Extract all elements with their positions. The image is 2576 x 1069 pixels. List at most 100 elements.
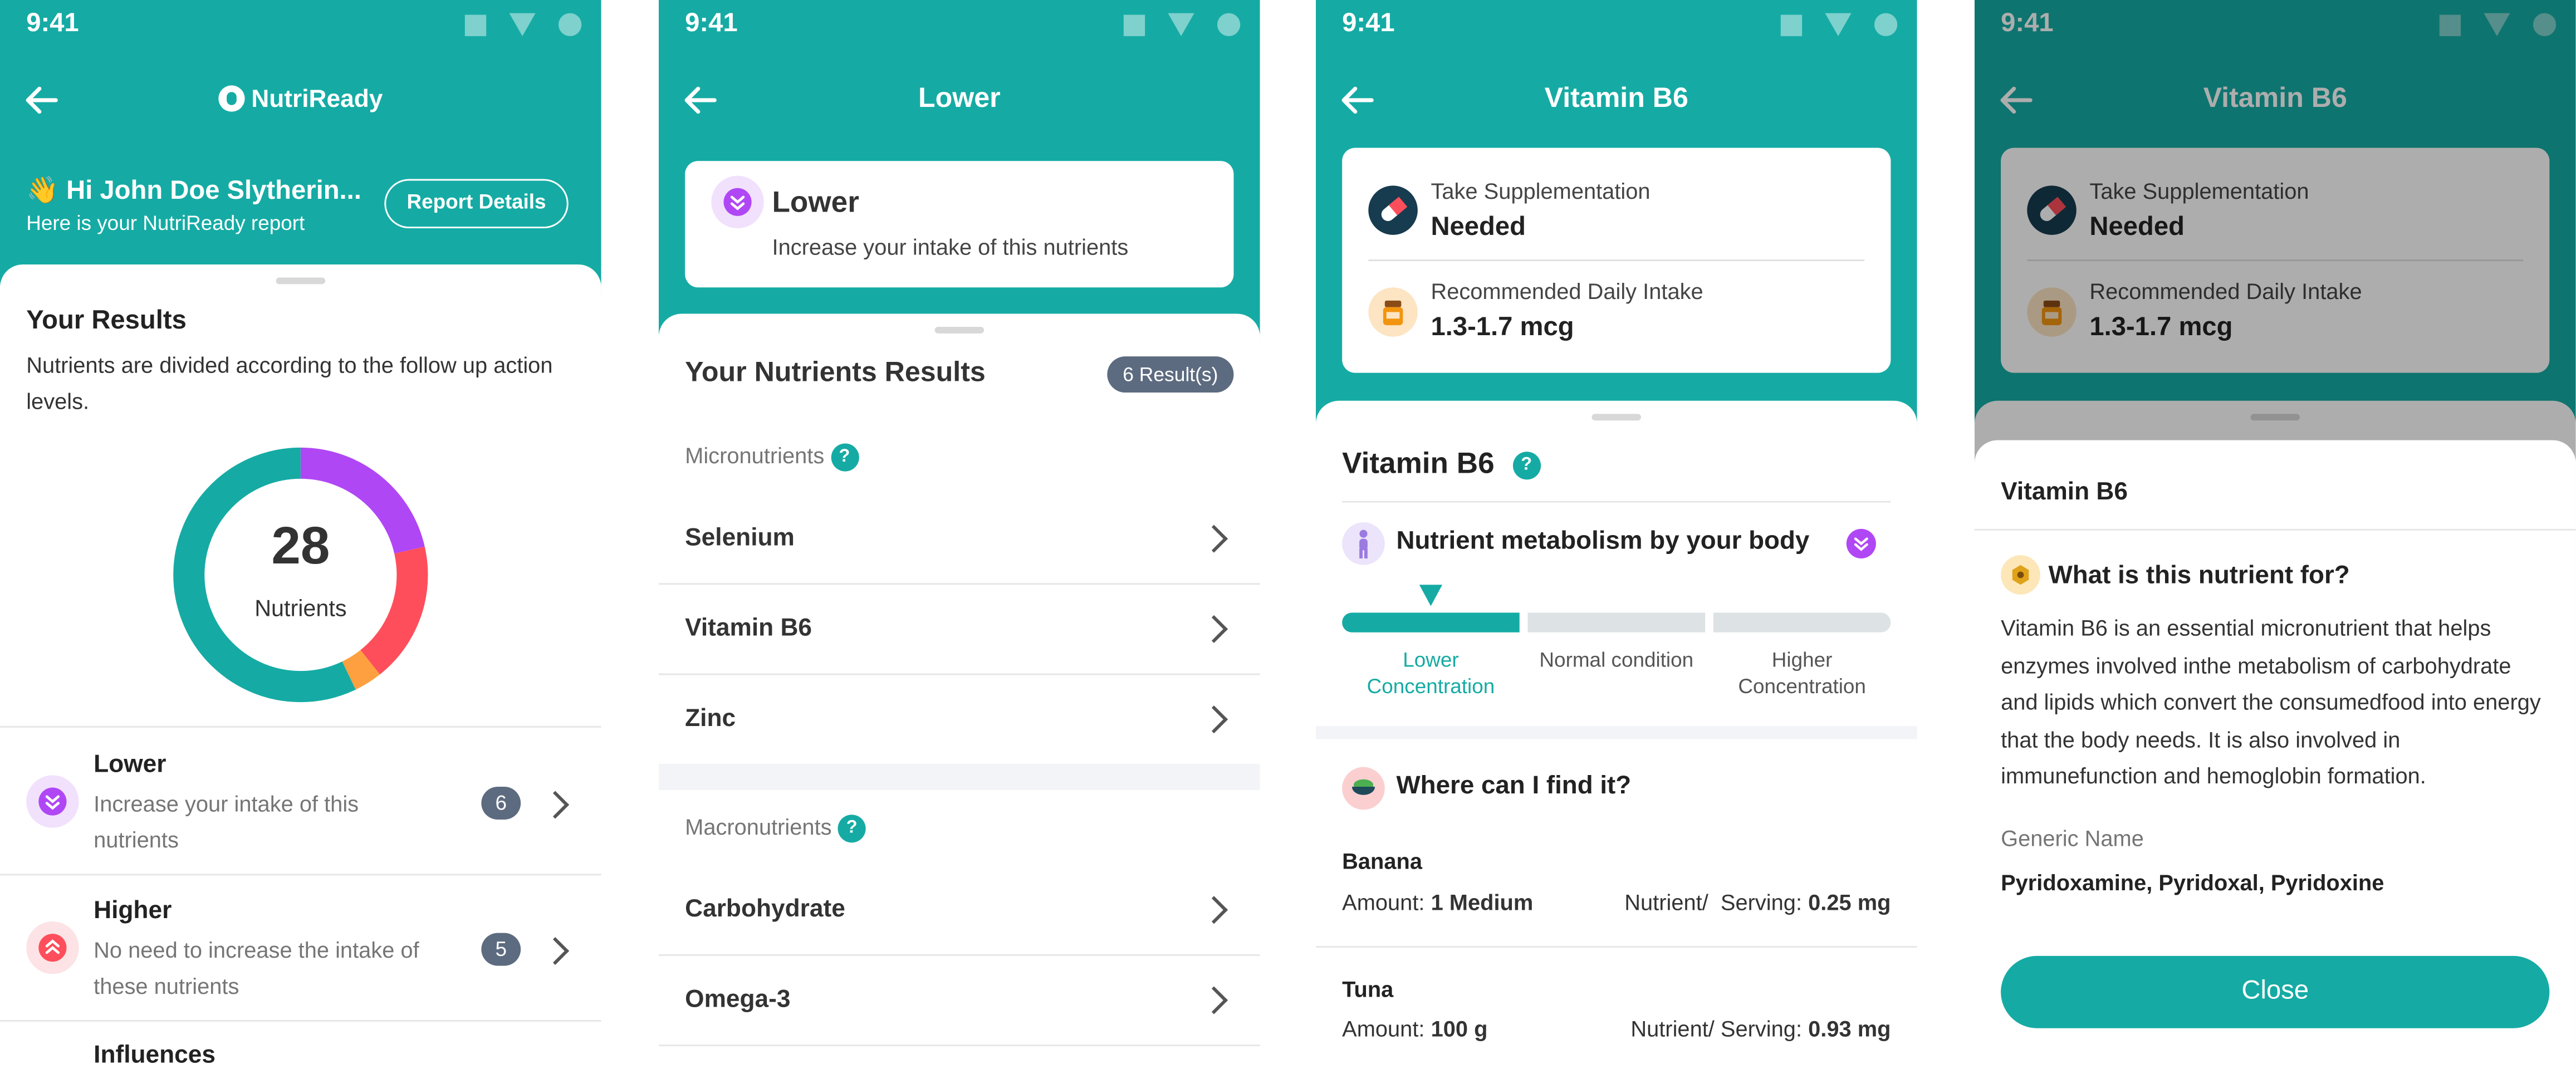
- results-title: Your Results: [26, 307, 187, 335]
- greeting-subtitle: Here is your NutriReady report: [26, 212, 305, 235]
- results-sheet: Your Results Nutrients are divided accor…: [0, 264, 601, 1069]
- food-amount: Amount: 1 Medium: [1342, 890, 1533, 915]
- help-icon[interactable]: ?: [1512, 451, 1541, 479]
- daily-intake-value: 1.3-1.7 mcg: [1431, 313, 1574, 342]
- report-details-button[interactable]: Report Details: [384, 179, 569, 229]
- chevron-right-icon: [1200, 524, 1228, 553]
- status-time: 9:41: [26, 9, 79, 38]
- supplementation-label: Take Supplementation: [1431, 179, 1651, 204]
- nutrient-name: Vitamin B6 ?: [1342, 447, 1541, 481]
- list-item-omega-3[interactable]: Omega-3: [658, 954, 1260, 1047]
- card-description: Increase your intake of this nutrients: [772, 234, 1129, 260]
- page-title: Lower: [918, 82, 1001, 114]
- results-title: Your Nutrients Results: [685, 356, 986, 388]
- list-item-description: Increase your intake of this nutrients: [94, 791, 359, 853]
- metabolism-title: Nutrient metabolism by your body: [1396, 527, 1810, 556]
- sheet-handle[interactable]: [1591, 414, 1642, 421]
- level-bar-normal: [1527, 612, 1706, 632]
- influences-title[interactable]: Influences: [94, 1041, 216, 1069]
- battery-icon: [559, 13, 582, 36]
- purpose-question: What is this nutrient for?: [2048, 561, 2350, 590]
- level-indicator-pointer: [1419, 585, 1443, 606]
- food-serving: Nutrient/ Serving: 0.93 mg: [1630, 1017, 1891, 1041]
- divider: [1342, 501, 1891, 503]
- lower-level-icon: [711, 175, 764, 229]
- generic-name-value: Pyridoxamine, Pyridoxal, Pyridoxine: [2001, 870, 2384, 895]
- status-icons: [1123, 13, 1241, 36]
- sheet-handle[interactable]: [276, 277, 326, 285]
- signal-icon: [464, 14, 487, 36]
- list-item-lower[interactable]: Lower Increase your intake of this nutri…: [0, 725, 601, 876]
- amount-label: Amount:: [1342, 890, 1425, 915]
- nutrients-results-sheet: Your Nutrients Results 6 Result(s) Micro…: [658, 313, 1260, 1069]
- level-summary-card: Lower Increase your intake of this nutri…: [685, 161, 1234, 288]
- list-item-label: Selenium: [685, 524, 795, 552]
- amount-value: 100 g: [1431, 1017, 1488, 1042]
- status-icons: [464, 13, 582, 36]
- list-item-vitamin-b6[interactable]: Vitamin B6: [658, 583, 1260, 675]
- sheet-handle[interactable]: [934, 327, 985, 334]
- level-label-higher: Higher Concentration: [1738, 649, 1866, 698]
- wifi-icon: [1168, 13, 1194, 36]
- section-divider: [1315, 725, 1917, 739]
- logo-icon: [218, 85, 245, 112]
- level-bar-lower: [1342, 612, 1520, 632]
- wifi-icon: [509, 13, 536, 36]
- food-serving: Nutrient/ Serving: 0.25 mg: [1624, 890, 1891, 915]
- lower-level-icon: [1846, 528, 1876, 558]
- supplementation-value: Needed: [1431, 213, 1526, 242]
- wifi-icon: [1825, 13, 1852, 36]
- list-item-zinc[interactable]: Zinc: [659, 674, 1260, 764]
- close-button[interactable]: Close: [2001, 955, 2550, 1028]
- supplement-bottle-icon: [1368, 287, 1418, 337]
- nutrient-name-text: Vitamin B6: [1342, 447, 1495, 480]
- page-title: Vitamin B6: [1544, 82, 1688, 114]
- donut-total: 28: [271, 516, 330, 575]
- food-amount: Amount: 100 g: [1342, 1017, 1487, 1041]
- list-item-carbohydrate[interactable]: Carbohydrate: [658, 864, 1260, 956]
- list-item-higher[interactable]: Higher No need to increase the intake of…: [0, 874, 601, 1022]
- level-label-normal: Normal condition: [1539, 649, 1694, 672]
- body-icon: [1342, 522, 1385, 565]
- status-time: 9:41: [685, 9, 738, 38]
- nutrient-info-modal: Vitamin B6 What is this nutrient for? Vi…: [1974, 440, 2576, 1069]
- chevron-right-icon: [1200, 615, 1228, 643]
- header-background: [0, 0, 601, 296]
- list-item-label: Vitamin B6: [685, 614, 812, 643]
- serving-label: Nutrient/ Serving:: [1624, 890, 1803, 915]
- status-icons: [1780, 13, 1898, 36]
- list-item-selenium[interactable]: Selenium: [658, 493, 1260, 585]
- section-divider: [658, 763, 1260, 790]
- modal-title: Vitamin B6: [2001, 478, 2128, 506]
- list-item-label: Zinc: [685, 704, 736, 733]
- help-icon[interactable]: ?: [830, 443, 859, 472]
- count-badge: 5: [481, 933, 521, 966]
- results-description: Nutrients are divided according to the f…: [26, 353, 553, 414]
- list-item-label: Carbohydrate: [685, 895, 845, 923]
- chevron-right-icon: [1200, 896, 1228, 924]
- food-name: Tuna: [1342, 977, 1394, 1002]
- results-count-badge: 6 Result(s): [1107, 356, 1234, 393]
- higher-level-icon: [26, 921, 79, 974]
- card-title: Lower: [772, 185, 859, 219]
- signal-icon: [1123, 14, 1145, 36]
- amount-value: 1 Medium: [1431, 890, 1534, 915]
- macronutrients-label: Macronutrients ?: [685, 815, 866, 843]
- nutrient-info-modal-screen: 9:41 Vitamin B6 Take Supplementation Nee…: [1974, 0, 2576, 1069]
- level-bar-higher: [1713, 612, 1891, 632]
- generic-name-label: Generic Name: [2001, 826, 2144, 851]
- supplement-info-card: Take Supplementation Needed Recommended …: [1342, 148, 1891, 373]
- donut-label: Nutrients: [254, 594, 347, 621]
- divider: [1974, 528, 2576, 531]
- chevron-right-icon: [1200, 705, 1228, 734]
- chevron-right-icon: [541, 937, 570, 965]
- food-item-banana: Banana Amount: 1 Medium Nutrient/ Servin…: [1315, 828, 1917, 948]
- food-bowl-icon: [1342, 767, 1385, 810]
- nutrient-detail-screen: 9:41 Vitamin B6 Take Supplementation Nee…: [1315, 0, 1917, 1069]
- lower-list-screen: 9:41 Lower Lower Increase your intake of…: [658, 0, 1260, 1069]
- nutrient-detail-sheet: Vitamin B6 ? Nutrient metabolism by your…: [1315, 400, 1917, 1069]
- divider: [1368, 259, 1865, 262]
- status-time: 9:41: [1342, 9, 1395, 38]
- serving-label: Nutrient/ Serving:: [1630, 1017, 1803, 1042]
- help-icon[interactable]: ?: [838, 815, 866, 843]
